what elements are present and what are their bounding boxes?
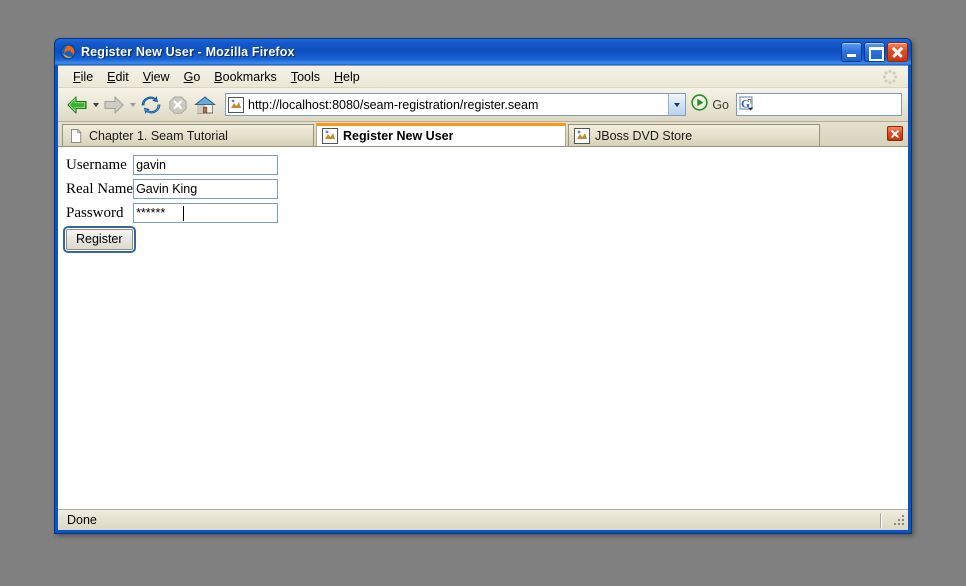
url-text: http://localhost:8080/seam-registration/… <box>248 98 668 112</box>
go-button[interactable]: Go <box>691 94 729 116</box>
client-area: File Edit View Go Bookmarks Tools Help <box>58 65 908 530</box>
minimize-button[interactable] <box>841 42 862 62</box>
close-button[interactable] <box>887 42 908 62</box>
tab-chapter-1-seam-tutorial[interactable]: Chapter 1. Seam Tutorial <box>62 124 314 146</box>
tab-label: Chapter 1. Seam Tutorial <box>89 129 228 143</box>
close-tab-icon[interactable] <box>887 126 903 141</box>
form-row-real-name: Real Name <box>66 179 278 203</box>
forward-arrow-icon <box>101 92 127 118</box>
svg-text:G: G <box>741 98 750 110</box>
go-play-icon <box>691 94 708 116</box>
google-g-icon[interactable]: G <box>739 96 757 113</box>
password-input[interactable] <box>133 203 278 223</box>
menu-edit[interactable]: Edit <box>100 68 136 86</box>
username-input[interactable] <box>133 155 278 175</box>
page-favicon-icon <box>574 128 590 144</box>
menu-file[interactable]: File <box>66 68 100 86</box>
go-label: Go <box>712 98 729 112</box>
reload-icon[interactable] <box>138 92 164 118</box>
menu-bookmarks[interactable]: Bookmarks <box>207 68 284 86</box>
form-row-password: Password <box>66 203 278 227</box>
browser-window: Register New User - Mozilla Firefox File… <box>54 38 912 534</box>
back-dropdown-button[interactable] <box>91 92 100 118</box>
password-label: Password <box>66 203 133 227</box>
page-content: Username Real Name Password <box>58 146 908 509</box>
firefox-icon <box>60 44 76 60</box>
status-bar: Done <box>58 509 908 530</box>
tab-bar: Chapter 1. Seam Tutorial Register New Us… <box>58 122 908 146</box>
url-bar[interactable]: http://localhost:8080/seam-registration/… <box>225 93 686 116</box>
search-bar[interactable]: G <box>736 93 902 116</box>
chevron-down-icon[interactable] <box>668 94 685 115</box>
form-row-submit: Register <box>66 227 278 254</box>
page-favicon-icon <box>322 128 338 144</box>
real-name-label: Real Name <box>66 179 133 203</box>
status-separator <box>880 513 882 528</box>
search-input[interactable] <box>757 95 901 114</box>
registration-form: Username Real Name Password <box>66 155 278 254</box>
menu-bar: File Edit View Go Bookmarks Tools Help <box>58 66 908 88</box>
tab-label: JBoss DVD Store <box>595 129 692 143</box>
status-text: Done <box>58 513 880 527</box>
tab-register-new-user[interactable]: Register New User <box>316 123 566 146</box>
menu-help[interactable]: Help <box>327 68 367 86</box>
resize-grip-icon[interactable] <box>892 513 906 527</box>
tab-label: Register New User <box>343 129 453 143</box>
menu-view[interactable]: View <box>136 68 177 86</box>
menu-tools[interactable]: Tools <box>284 68 327 86</box>
text-cursor <box>183 206 184 221</box>
tab-jboss-dvd-store[interactable]: JBoss DVD Store <box>568 124 820 146</box>
register-button[interactable]: Register <box>66 229 133 250</box>
window-title: Register New User - Mozilla Firefox <box>81 45 839 59</box>
username-label: Username <box>66 155 133 179</box>
stop-icon <box>165 92 191 118</box>
title-bar: Register New User - Mozilla Firefox <box>55 39 911 65</box>
form-row-username: Username <box>66 155 278 179</box>
navigation-toolbar: http://localhost:8080/seam-registration/… <box>58 88 908 122</box>
home-icon[interactable] <box>192 92 218 118</box>
throbber-icon <box>882 69 898 85</box>
maximize-button[interactable] <box>864 42 885 62</box>
real-name-input[interactable] <box>133 179 278 199</box>
menu-go[interactable]: Go <box>177 68 208 86</box>
forward-dropdown-button <box>128 92 137 118</box>
back-arrow-icon[interactable] <box>64 92 90 118</box>
document-icon <box>68 128 84 144</box>
page-favicon-icon <box>228 97 244 113</box>
